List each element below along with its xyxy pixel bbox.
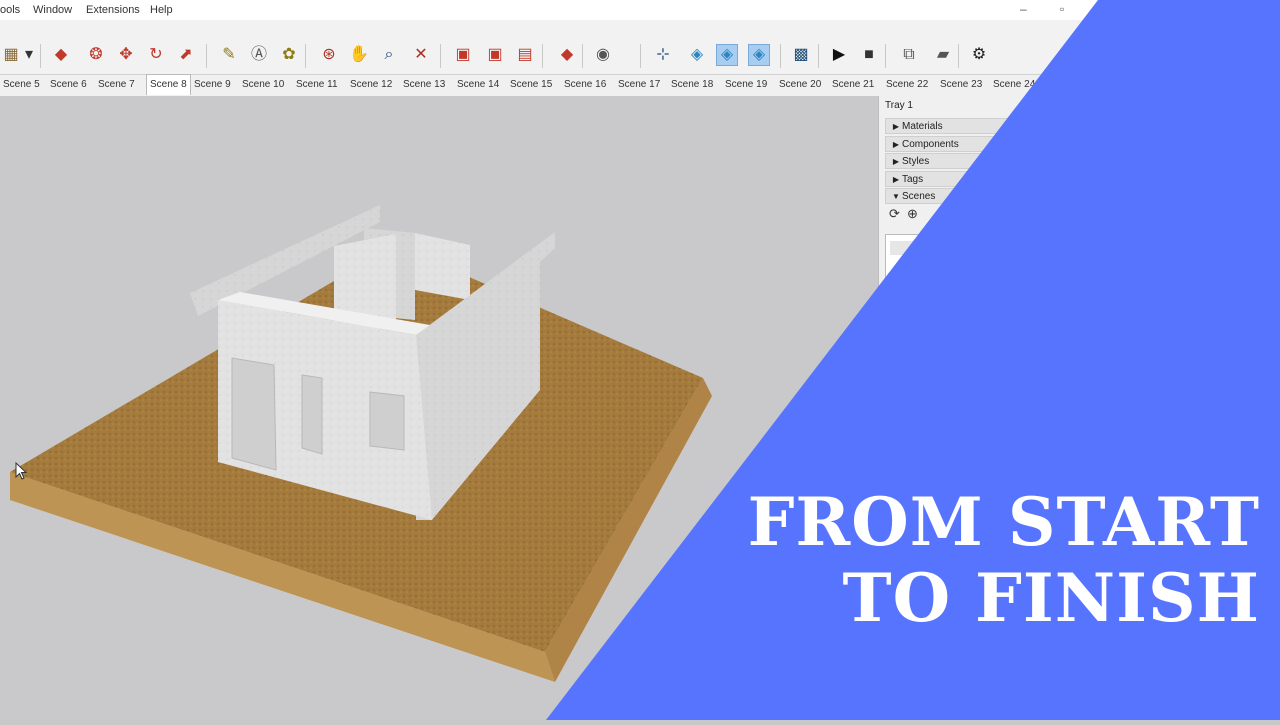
- layout-icon[interactable]: ▤: [514, 44, 536, 66]
- zoom-extents-icon[interactable]: ✕: [410, 44, 432, 66]
- scene-tab[interactable]: Scene 21: [832, 75, 874, 95]
- expand-arrow-icon: ▶: [892, 175, 900, 184]
- scene-list[interactable]: [885, 234, 1007, 296]
- toolbar-separator: [958, 44, 959, 68]
- extension-warehouse-icon[interactable]: ▣: [484, 44, 506, 66]
- panel-tags[interactable]: ▶ Tags: [885, 171, 1075, 187]
- scene-tab[interactable]: Scene 18: [671, 75, 713, 95]
- panel-components[interactable]: ▶ Components: [885, 136, 1075, 152]
- panel-label: Components: [902, 139, 959, 150]
- toolbar-separator: [40, 44, 41, 68]
- toolbar-separator: [440, 44, 441, 68]
- menu-window[interactable]: Window: [33, 4, 72, 16]
- scene-tab[interactable]: Scene 9: [194, 75, 231, 95]
- add-scene-icon[interactable]: ⊕: [907, 206, 918, 222]
- headline-line-2: TO FINISH: [842, 559, 1260, 637]
- rotate-icon[interactable]: ↻: [145, 44, 167, 66]
- panel-label: Materials: [902, 121, 943, 132]
- collapse-arrow-icon: ▼: [892, 192, 900, 201]
- panel-scenes[interactable]: ▼ Scenes: [885, 188, 1075, 204]
- menu-help[interactable]: Help: [150, 4, 173, 16]
- scene-thumbnail[interactable]: [890, 241, 980, 255]
- zoom-icon[interactable]: ⌕: [378, 44, 400, 66]
- toolbar-separator: [582, 44, 583, 68]
- orbit-icon[interactable]: ⊛: [318, 44, 340, 66]
- toolbar-separator: [885, 44, 886, 68]
- sandbox-icon[interactable]: ▩: [790, 44, 812, 66]
- panel-styles[interactable]: ▶ Styles: [885, 153, 1075, 169]
- play-icon[interactable]: ▶: [828, 44, 850, 66]
- tray-title: Tray 1: [885, 100, 913, 111]
- mouse-cursor-icon: [15, 462, 27, 480]
- menu-extensions[interactable]: Extensions: [86, 4, 140, 16]
- warehouse-icon[interactable]: ▣: [452, 44, 474, 66]
- toolbar-separator: [780, 44, 781, 68]
- paint-icon[interactable]: ✿: [278, 44, 300, 66]
- scene-tabs: Scene 5 Scene 6 Scene 7 Scene 8 Scene 9 Scene…: [0, 74, 1280, 97]
- toolbar-separator: [206, 44, 207, 68]
- panel-materials[interactable]: ▶ Materials: [885, 118, 1075, 134]
- cube-icon[interactable]: ◈: [686, 44, 708, 66]
- scene-tab[interactable]: Scene 11: [296, 75, 338, 95]
- scene-tab[interactable]: Scene 23: [940, 75, 982, 95]
- section-plane-icon[interactable]: ⊹: [652, 44, 674, 66]
- expand-arrow-icon: ▶: [892, 140, 900, 149]
- panel-label: Tags: [902, 174, 924, 185]
- scene-tab[interactable]: Scene 15: [510, 75, 552, 95]
- menu-bar: ools Window Extensions Help – ▫: [0, 0, 1280, 20]
- cube-active-icon[interactable]: ◈: [716, 44, 738, 66]
- offset-icon[interactable]: ❂: [85, 44, 107, 66]
- tape-measure-icon[interactable]: ✎: [218, 44, 240, 66]
- expand-arrow-icon: ▶: [892, 122, 900, 131]
- cube-active-2-icon[interactable]: ◈: [748, 44, 770, 66]
- toolbar-separator: [818, 44, 819, 68]
- window-opening-narrow: [301, 374, 323, 455]
- scene-tab[interactable]: Scene 17: [618, 75, 660, 95]
- camera-icon[interactable]: ⧉: [898, 44, 920, 66]
- scene-tab[interactable]: Scene 6: [50, 75, 87, 95]
- scene-tab[interactable]: Scene 14: [457, 75, 499, 95]
- gear-icon[interactable]: ⚙: [968, 44, 990, 66]
- scene-tab[interactable]: Scene 20: [779, 75, 821, 95]
- scene-tab[interactable]: Scene 24: [993, 75, 1035, 95]
- scene-tab[interactable]: Scene 5: [3, 75, 40, 95]
- scene-tab[interactable]: Scene 10: [242, 75, 284, 95]
- toolbar-separator: [640, 44, 641, 68]
- back-wall-right: [415, 233, 470, 300]
- video-icon[interactable]: ▰: [932, 44, 954, 66]
- scene-tab[interactable]: Scene 16: [564, 75, 606, 95]
- panel-label: Styles: [902, 156, 930, 167]
- pan-icon[interactable]: ✋: [348, 44, 370, 66]
- paint-bucket-icon[interactable]: ◆: [50, 44, 72, 66]
- minimize-button[interactable]: –: [1020, 2, 1027, 16]
- scene-tab[interactable]: Scene 13: [403, 75, 445, 95]
- window-opening-square: [369, 391, 405, 451]
- stop-icon[interactable]: ■: [858, 44, 880, 66]
- text-icon[interactable]: Ⓐ: [248, 44, 270, 66]
- restore-button[interactable]: ▫: [1060, 2, 1064, 16]
- ruby-icon[interactable]: ◆: [556, 44, 578, 66]
- headline-line-1: FROM START: [747, 483, 1260, 561]
- scene-tab[interactable]: Scene 22: [886, 75, 928, 95]
- scene-tab[interactable]: Scene 8: [146, 74, 191, 95]
- scene-tab[interactable]: Scene 19: [725, 75, 767, 95]
- scene-tab[interactable]: Scene 12: [350, 75, 392, 95]
- menu-tools[interactable]: ools: [0, 4, 20, 16]
- move-icon[interactable]: ✥: [115, 44, 137, 66]
- toolbar-separator: [542, 44, 543, 68]
- expand-arrow-icon: ▶: [892, 157, 900, 166]
- refresh-icon[interactable]: ⟳: [889, 206, 900, 222]
- dropdown-arrow-icon[interactable]: ▾: [18, 44, 40, 66]
- toolbar-separator: [305, 44, 306, 68]
- door-opening: [231, 357, 277, 471]
- scale-icon[interactable]: ⬈: [175, 44, 197, 66]
- profile-icon[interactable]: ◉: [592, 44, 614, 66]
- panel-label: Scenes: [902, 191, 936, 202]
- scene-tab[interactable]: Scene 7: [98, 75, 135, 95]
